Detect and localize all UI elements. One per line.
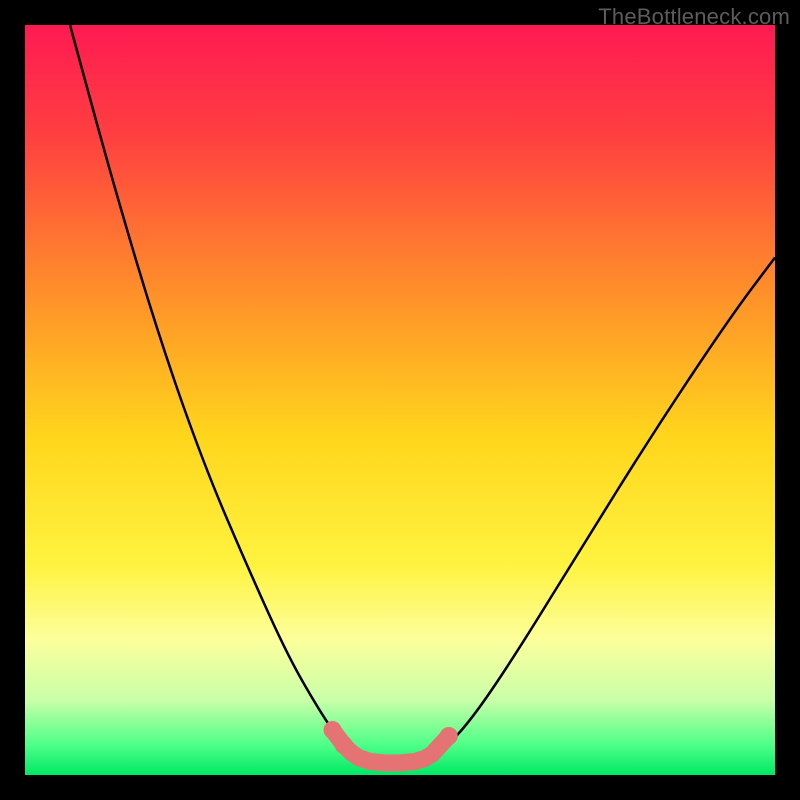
chart-svg (25, 25, 775, 775)
plot-area (25, 25, 775, 775)
optimal-zone-dot (324, 721, 342, 739)
optimal-zone-dot (440, 727, 458, 745)
gradient-background (25, 25, 775, 775)
chart-frame: TheBottleneck.com (0, 0, 800, 800)
optimal-zone-dot (335, 736, 353, 754)
watermark-text: TheBottleneck.com (598, 4, 790, 30)
